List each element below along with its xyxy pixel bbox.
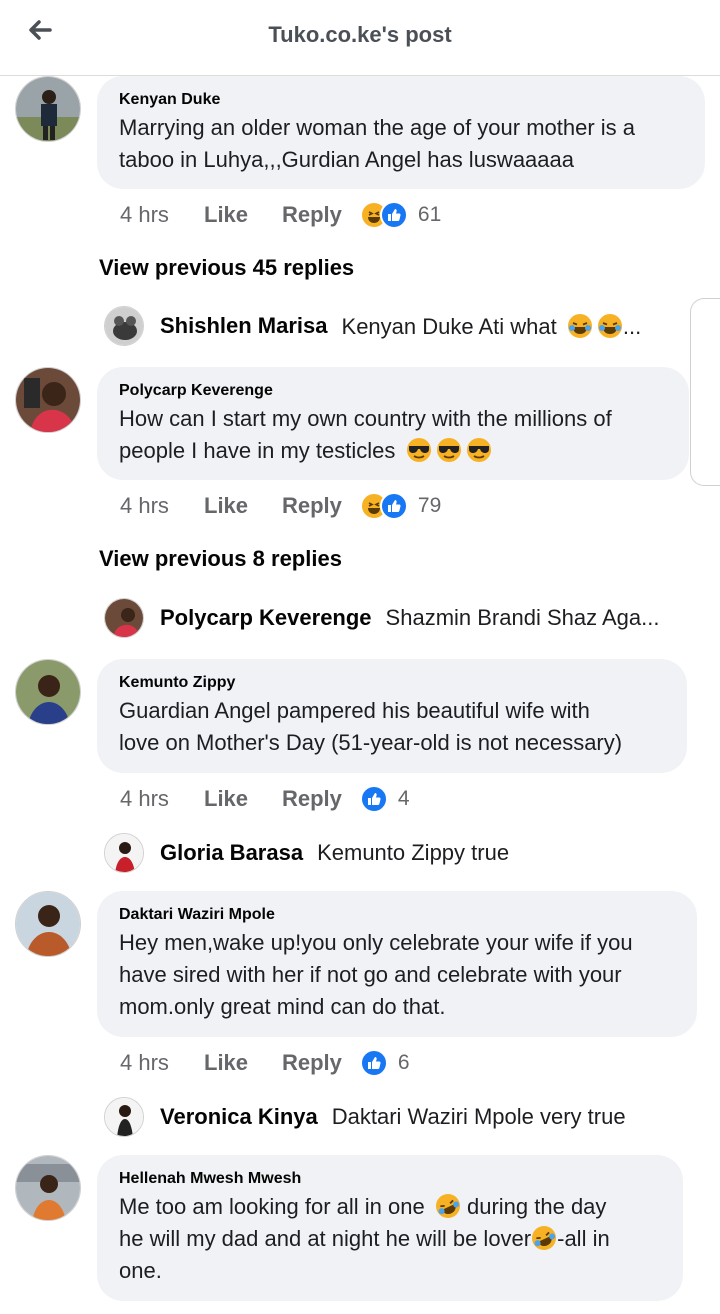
reply-text: Kemunto Zippy true <box>317 840 510 865</box>
like-button[interactable]: Like <box>204 786 282 812</box>
sunglasses-emoji-icon <box>436 438 461 462</box>
timestamp: 4 hrs <box>120 786 169 811</box>
reply-preview[interactable]: Gloria Barasa Kemunto Zippy true <box>104 832 509 874</box>
sunglasses-emoji-icon <box>406 438 431 462</box>
like-button[interactable]: Like <box>204 202 282 228</box>
avatar[interactable] <box>104 598 144 638</box>
reply-text: Daktari Waziri Mpole very true <box>331 1104 626 1129</box>
avatar[interactable] <box>15 659 81 725</box>
rolling-laughing-emoji-icon <box>532 1226 557 1250</box>
comment-actions: 4 hrs Like Reply 79 <box>120 491 441 521</box>
reply-text-body: Kenyan Duke Ati what <box>341 313 557 339</box>
reply-text: Shazmin Brandi Shaz Aga... <box>385 605 660 630</box>
like-reaction-icon <box>379 492 408 520</box>
reply-author[interactable]: Shishlen Marisa <box>160 313 328 339</box>
avatar[interactable] <box>15 76 81 142</box>
reply-author[interactable]: Polycarp Keverenge <box>160 605 372 631</box>
avatar[interactable] <box>104 1097 144 1137</box>
avatar[interactable] <box>104 306 144 346</box>
like-reaction-icon <box>379 201 408 229</box>
view-previous-replies[interactable]: View previous 8 replies <box>99 546 342 572</box>
comment-bubble[interactable]: Kemunto Zippy Guardian Angel pampered hi… <box>97 659 687 773</box>
reaction-summary[interactable] <box>359 785 388 813</box>
avatar[interactable] <box>104 833 144 873</box>
page-title: Tuko.co.ke's post <box>268 22 452 47</box>
reply-preview[interactable]: Shishlen Marisa Kenyan Duke Ati what ... <box>104 305 641 347</box>
reaction-summary[interactable] <box>359 492 408 520</box>
comment-bubble[interactable]: Kenyan Duke Marrying an older woman the … <box>97 76 705 189</box>
reply-button[interactable]: Reply <box>282 786 342 812</box>
comment-actions: 4 hrs Like Reply 61 <box>120 200 441 230</box>
top-bar: Tuko.co.ke's post <box>0 0 720 76</box>
reply-author[interactable]: Veronica Kinya <box>160 1104 318 1130</box>
truncation-ellipsis: ... <box>622 313 642 339</box>
comment-line: one. <box>119 1258 162 1283</box>
comment-author[interactable]: Hellenah Mwesh Mwesh <box>119 1169 661 1189</box>
reaction-count: 6 <box>397 1051 410 1074</box>
comment-author[interactable]: Kemunto Zippy <box>119 673 665 693</box>
timestamp: 4 hrs <box>120 1050 169 1075</box>
view-previous-replies[interactable]: View previous 45 replies <box>99 255 354 281</box>
comment-line: taboo in Luhya,,,Gurdian Angel has luswa… <box>119 147 574 172</box>
reply-button[interactable]: Reply <box>282 493 342 519</box>
comment-line: How can I start my own country with the … <box>119 406 612 431</box>
comment-author[interactable]: Daktari Waziri Mpole <box>119 905 675 925</box>
timestamp: 4 hrs <box>120 202 169 227</box>
comment-line: love on Mother's Day (51-year-old is not… <box>119 730 623 755</box>
like-button[interactable]: Like <box>204 493 282 519</box>
comment-line: Me too am looking for all in one during … <box>119 1191 661 1223</box>
comment-line-text: -all in <box>557 1226 610 1251</box>
reply-preview[interactable]: Polycarp Keverenge Shazmin Brandi Shaz A… <box>104 597 659 639</box>
comment-bubble[interactable]: Daktari Waziri Mpole Hey men,wake up!you… <box>97 891 697 1037</box>
comment-text: Marrying an older woman the age of your … <box>119 112 683 176</box>
comment-line: Hey men,wake up!you only celebrate your … <box>119 930 633 955</box>
comment-line: people I have in my testicles <box>119 435 667 467</box>
comment-line-text: Me too am looking for all in one <box>119 1194 425 1219</box>
reaction-summary[interactable] <box>359 1049 388 1077</box>
like-reaction-icon <box>359 1049 388 1077</box>
reply-button[interactable]: Reply <box>282 1050 342 1076</box>
reaction-count: 79 <box>417 494 442 517</box>
comment-bubble[interactable]: Polycarp Keverenge How can I start my ow… <box>97 367 689 480</box>
comment-text: How can I start my own country with the … <box>119 403 667 467</box>
comment-line-text: he will my dad and at night he will be l… <box>119 1226 532 1251</box>
comment-text: Me too am looking for all in one during … <box>119 1191 661 1287</box>
reply-preview[interactable]: Veronica Kinya Daktari Waziri Mpole very… <box>104 1096 626 1138</box>
comment-bubble[interactable]: Hellenah Mwesh Mwesh Me too am looking f… <box>97 1155 683 1301</box>
reply-text: Kenyan Duke Ati what ... <box>341 313 642 340</box>
comment-line: Marrying an older woman the age of your … <box>119 115 636 140</box>
avatar[interactable] <box>15 1155 81 1221</box>
rolling-laughing-emoji-icon <box>435 1194 460 1218</box>
reaction-count: 61 <box>417 203 442 226</box>
avatar[interactable] <box>15 367 81 433</box>
comment-line: Guardian Angel pampered his beautiful wi… <box>119 698 590 723</box>
avatar[interactable] <box>15 891 81 957</box>
reaction-summary[interactable] <box>359 201 408 229</box>
like-reaction-icon <box>359 785 388 813</box>
comment-line: have sired with her if not go and celebr… <box>119 962 622 987</box>
reply-button[interactable]: Reply <box>282 202 342 228</box>
comment-actions: 4 hrs Like Reply 6 <box>120 1048 410 1078</box>
like-button[interactable]: Like <box>204 1050 282 1076</box>
timestamp: 4 hrs <box>120 493 169 518</box>
comment-line-text: during the day <box>466 1194 607 1219</box>
comment-text: Guardian Angel pampered his beautiful wi… <box>119 695 665 759</box>
side-scroll-tab[interactable] <box>690 298 720 486</box>
tears-of-joy-emoji-icon <box>567 313 592 338</box>
tears-of-joy-emoji-icon <box>597 313 622 338</box>
comment-author[interactable]: Polycarp Keverenge <box>119 381 667 401</box>
reply-author[interactable]: Gloria Barasa <box>160 840 303 866</box>
comment-actions: 4 hrs Like Reply 4 <box>120 784 410 814</box>
comment-line: he will my dad and at night he will be l… <box>119 1223 661 1255</box>
comment-line: mom.only great mind can do that. <box>119 994 446 1019</box>
reaction-count: 4 <box>397 787 410 810</box>
comment-line-text: people I have in my testicles <box>119 438 396 463</box>
comment-text: Hey men,wake up!you only celebrate your … <box>119 927 675 1023</box>
comment-author[interactable]: Kenyan Duke <box>119 90 683 110</box>
sunglasses-emoji-icon <box>466 438 491 462</box>
